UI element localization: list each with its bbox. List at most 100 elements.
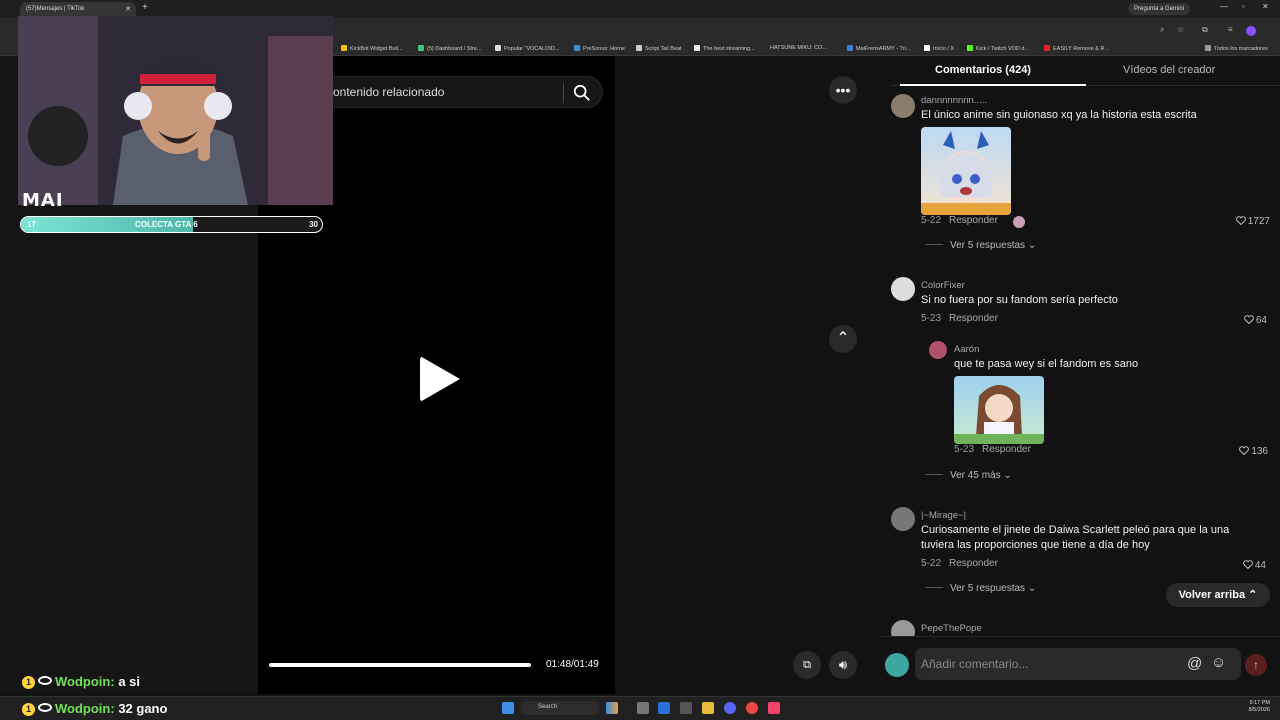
- edge-icon[interactable]: [658, 702, 670, 714]
- reply-button[interactable]: Responder: [949, 558, 998, 569]
- bookmark-item[interactable]: Script Tail Beat: [636, 45, 682, 52]
- bookmark-item[interactable]: MaiFrensARMY - Tri...: [847, 45, 910, 52]
- heart-icon: [1235, 216, 1246, 226]
- bookmark-item[interactable]: KickBot Widget Buil...: [341, 45, 403, 52]
- folder-icon[interactable]: [702, 702, 714, 714]
- reply-button[interactable]: Responder: [982, 444, 1031, 455]
- view-replies-button[interactable]: Ver 5 respuestas ⌄: [925, 583, 1036, 594]
- avatar[interactable]: [891, 94, 915, 118]
- play-icon[interactable]: [420, 356, 460, 402]
- reply-button[interactable]: Responder: [949, 313, 998, 324]
- chat-message: 1 Wodpoin: 32 gano: [22, 701, 167, 716]
- comment-meta: 5-23 Responder: [954, 444, 1031, 455]
- close-icon[interactable]: ✕: [125, 5, 131, 13]
- like-count[interactable]: 64: [1207, 315, 1267, 326]
- bookmark-item[interactable]: Kick / Twitch VOD d...: [967, 45, 1029, 52]
- like-count[interactable]: 136: [1208, 446, 1268, 457]
- back-to-top-button[interactable]: Volver arriba ⌃: [1166, 583, 1270, 607]
- chat-badge: 1: [22, 703, 35, 716]
- webcam-overlay: [18, 16, 333, 205]
- related-label: ontenido relacionado: [333, 85, 445, 99]
- user-avatar[interactable]: [885, 653, 909, 677]
- like-count[interactable]: 1727: [1210, 216, 1270, 227]
- star-icon[interactable]: ☆: [1177, 25, 1184, 34]
- gemini-button[interactable]: Pregunta a Gemini: [1128, 3, 1191, 15]
- video-progress-bar[interactable]: [269, 663, 531, 667]
- reply-button[interactable]: Responder: [949, 215, 998, 226]
- eye-icon: [38, 676, 52, 685]
- comment-meta: 5-22 Responder: [921, 558, 998, 569]
- heart-icon: [1242, 560, 1253, 570]
- settings-icon[interactable]: [680, 702, 692, 714]
- avatar[interactable]: [891, 277, 915, 301]
- tab-comments[interactable]: Comentarios (424): [935, 64, 1031, 76]
- donation-goal-bar: 17 COLECTA GTA 6 30: [20, 216, 323, 233]
- bookmark-item[interactable]: (5) Dashboard / Stre...: [418, 45, 481, 52]
- comment-meta: 5-23 Responder: [921, 313, 998, 324]
- music-icon[interactable]: [768, 702, 780, 714]
- widgets-icon[interactable]: [606, 702, 618, 714]
- comment-username[interactable]: PepeThePope: [921, 623, 982, 634]
- goal-label: COLECTA GTA 6: [135, 220, 198, 229]
- view-more-button[interactable]: Ver 45 más ⌄: [925, 470, 1012, 481]
- menu-icon[interactable]: ≡: [1228, 25, 1233, 34]
- bookmark-item[interactable]: HATSUNE MIKU: CO...: [770, 45, 827, 51]
- comment-username[interactable]: dannnnnnnn.....: [921, 95, 987, 106]
- profile-avatar[interactable]: [1246, 26, 1256, 36]
- chat-text: a si: [118, 674, 140, 689]
- tab-creator-videos[interactable]: Vídeos del creador: [1123, 64, 1215, 76]
- bookmark-item[interactable]: Inicio / X: [924, 45, 954, 52]
- streamer-name: MAI: [22, 190, 64, 211]
- zoom-icon[interactable]: ⌕: [1160, 25, 1164, 35]
- bookmark-item[interactable]: EASILY Remove & R...: [1044, 45, 1109, 52]
- comment-placeholder: Añadir comentario...: [921, 657, 1029, 671]
- chat-nick: Wodpoin:: [55, 701, 115, 716]
- mention-icon[interactable]: @: [1187, 655, 1202, 672]
- avatar[interactable]: [929, 341, 947, 359]
- search-icon[interactable]: [573, 84, 591, 102]
- tab-title: (57)Mensajes | TikTok: [26, 6, 85, 12]
- like-count[interactable]: 44: [1206, 560, 1266, 571]
- discord-icon[interactable]: [724, 702, 736, 714]
- close-window-icon[interactable]: ✕: [1262, 2, 1269, 11]
- comment-image[interactable]: [954, 376, 1044, 444]
- bookmark-item[interactable]: The best streaming...: [694, 45, 755, 52]
- more-options-icon[interactable]: •••: [829, 76, 857, 104]
- volume-icon[interactable]: 🔊︎: [829, 651, 857, 679]
- bookmark-item[interactable]: Popular "VOCALOID...: [495, 45, 559, 52]
- comment-text: que te pasa wey si el fandom es sano: [954, 358, 1139, 370]
- all-bookmarks[interactable]: Todos los marcadores: [1205, 45, 1268, 52]
- heart-icon: [1239, 446, 1250, 456]
- chat-badge: 1: [22, 676, 35, 689]
- goal-end: 30: [309, 220, 318, 229]
- extensions-icon[interactable]: ⧉: [1202, 25, 1208, 35]
- heart-icon: [1243, 315, 1254, 325]
- avatar[interactable]: [891, 507, 915, 531]
- eye-icon: [38, 703, 52, 712]
- emoji-icon[interactable]: ☺: [1211, 654, 1226, 671]
- taskbar-search[interactable]: Search: [520, 701, 600, 715]
- video-time: 01:48/01:49: [546, 659, 599, 670]
- task-view-icon[interactable]: [637, 702, 649, 714]
- comment-username[interactable]: Aarón: [954, 344, 979, 355]
- comment-username[interactable]: ColorFixer: [921, 280, 965, 291]
- active-tab-indicator: [900, 84, 1086, 86]
- minimize-icon[interactable]: —: [1220, 2, 1228, 11]
- comment-image[interactable]: [921, 127, 1011, 215]
- chat-text: 32 gano: [118, 701, 168, 716]
- comment-username[interactable]: |~Mirage~|: [921, 510, 966, 521]
- related-content-search[interactable]: ontenido relacionado: [320, 76, 603, 108]
- chat-nick: Wodpoin:: [55, 674, 115, 689]
- comment-text: El único anime sin guionaso xq ya la his…: [921, 109, 1197, 121]
- maximize-icon[interactable]: ▫: [1242, 2, 1245, 11]
- chevron-up-icon[interactable]: ⌃: [829, 325, 857, 353]
- bookmark-item[interactable]: PreSonus: Home: [574, 45, 625, 52]
- taskbar-search-label: Search: [538, 704, 558, 710]
- pip-icon[interactable]: ⧉: [793, 651, 821, 679]
- send-button[interactable]: ↑: [1245, 654, 1267, 676]
- chrome-icon[interactable]: [746, 702, 758, 714]
- windows-start-icon[interactable]: [502, 702, 514, 714]
- new-tab-icon[interactable]: +: [142, 2, 148, 13]
- goal-start: 17: [27, 220, 36, 229]
- view-replies-button[interactable]: Ver 5 respuestas ⌄: [925, 240, 1036, 251]
